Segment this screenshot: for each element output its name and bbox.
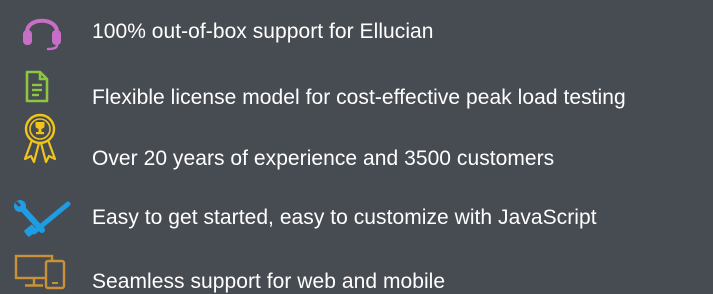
feature-list: 100% out-of-box support for Ellucian Fle…	[0, 0, 713, 294]
devices-icon	[14, 254, 68, 290]
feature-text: Over 20 years of experience and 3500 cus…	[92, 147, 555, 170]
feature-text: Flexible license model for cost-effectiv…	[92, 86, 626, 109]
feature-item-web-mobile: Seamless support for web and mobile	[0, 246, 713, 294]
feature-item-experience: Over 20 years of experience and 3500 cus…	[0, 113, 713, 170]
feature-text: 100% out-of-box support for Ellucian	[92, 20, 434, 43]
tools-icon	[14, 198, 72, 238]
document-icon	[24, 70, 50, 104]
award-ribbon-icon	[22, 113, 58, 164]
feature-item-ellucian-support: 100% out-of-box support for Ellucian	[0, 5, 713, 57]
feature-item-javascript: Easy to get started, easy to customize w…	[0, 192, 713, 244]
feature-text: Easy to get started, easy to customize w…	[92, 206, 597, 229]
headset-icon	[19, 11, 65, 51]
feature-text: Seamless support for web and mobile	[92, 270, 446, 293]
